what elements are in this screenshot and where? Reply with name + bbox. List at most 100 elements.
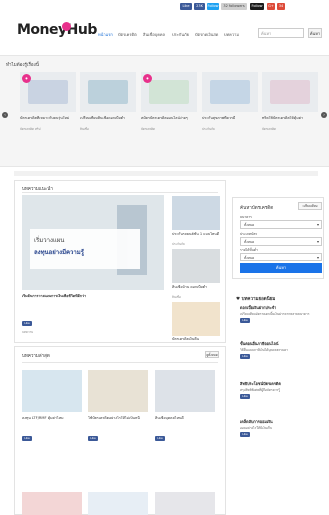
featured-card-meta: ประกันภัย bbox=[202, 127, 215, 131]
popular-item-title: เคล็ดลับการออมเงิน bbox=[240, 419, 273, 424]
recent-card-title: ใช้บัตรเครดิตอย่างไรให้ไม่เป็นหนี้ bbox=[88, 416, 140, 420]
recent-card-title: ลงทุน LTF/RMF คุ้มค่าไหม bbox=[22, 416, 64, 420]
chevron-down-icon: ▾ bbox=[316, 222, 319, 227]
carousel-prev-icon[interactable]: ‹ bbox=[2, 112, 8, 118]
new-badge-icon: ● bbox=[143, 74, 152, 83]
recent-card-image[interactable] bbox=[155, 492, 215, 515]
nav-articles[interactable]: บทความ bbox=[224, 31, 239, 38]
featured-card-image bbox=[202, 72, 258, 112]
like-button[interactable]: Like bbox=[240, 353, 250, 359]
recent-card-image bbox=[22, 370, 82, 412]
nav-insurance[interactable]: ประกันภัย bbox=[172, 31, 189, 38]
main-article-banner: เริ่มวางแผน ลงทุนอย่างมีความรู้ bbox=[30, 229, 140, 269]
search-input[interactable]: ค้นหา bbox=[258, 28, 304, 38]
featured-card[interactable]: ประกันสุขภาพที่ควรมี ประกันภัย bbox=[202, 72, 258, 132]
recent-card-image bbox=[88, 370, 148, 412]
popular-item-title: สิทธิประโยชน์บัตรเครดิต bbox=[240, 381, 281, 386]
search-button[interactable]: ค้นหา bbox=[308, 28, 322, 38]
featured-card-image bbox=[262, 72, 318, 112]
site-logo[interactable]: MoneyHub bbox=[17, 22, 97, 38]
like-button[interactable]: Like bbox=[88, 436, 98, 441]
main-article-excerpt bbox=[22, 300, 164, 318]
latest-articles-title: บทความแนะนำ bbox=[22, 187, 53, 192]
nav-credit-card[interactable]: บัตรเครดิต bbox=[118, 31, 137, 38]
recent-card-image[interactable] bbox=[88, 492, 148, 515]
carousel-next-icon[interactable]: › bbox=[321, 112, 327, 118]
featured-card-meta: บัตรเครดิต bbox=[262, 127, 277, 131]
recent-card-title: สินเชื่อบุคคลไหนดี bbox=[155, 416, 184, 420]
featured-card-title: เปรียบเทียบสินเชื่อดอกเบี้ยต่ำ bbox=[80, 116, 125, 120]
recent-articles-title: บทความล่าสุด bbox=[22, 354, 50, 359]
popular-item[interactable]: เคล็ดลับการออมเงิน ออมอย่างไรให้มีเงินเก… bbox=[240, 419, 324, 437]
twitter-follow-button[interactable]: Follow bbox=[207, 3, 219, 10]
side-article-image[interactable] bbox=[172, 249, 220, 283]
featured-title: ทำไมต้องรู้เรื่องนี้ bbox=[6, 63, 39, 68]
featured-card-image: ● bbox=[20, 72, 76, 112]
featured-card-title: สมัครบัตรเครดิตออนไลน์ง่ายๆ bbox=[141, 116, 188, 120]
popular-item[interactable]: ขั้นตอนยื่นภาษีออนไลน์ วิธียื่นแบบภาษีเง… bbox=[240, 341, 324, 359]
like-button[interactable]: Like bbox=[240, 431, 250, 437]
popular-item-desc: สรุปสิทธิพิเศษที่ผู้ถือบัตรควรรู้ bbox=[240, 387, 280, 392]
twitter-follower-count: 32 followers bbox=[221, 3, 247, 10]
follow-button[interactable]: Follow bbox=[250, 3, 264, 10]
popular-item-desc: วิธียื่นแบบภาษีเงินได้บุคคลธรรมดา bbox=[240, 347, 288, 352]
recent-card-image bbox=[155, 370, 215, 412]
side-article-image[interactable] bbox=[172, 302, 220, 336]
popular-item[interactable]: สิทธิประโยชน์บัตรเครดิต สรุปสิทธิพิเศษที… bbox=[240, 381, 324, 399]
side-article-meta: ประกันภัย bbox=[172, 242, 185, 246]
nav-cash-card[interactable]: บัตรกดเงินสด bbox=[195, 31, 218, 38]
side-article-image[interactable] bbox=[172, 196, 220, 230]
featured-card-meta: บัตรเครดิต ทริป bbox=[20, 127, 41, 131]
section-divider bbox=[22, 362, 218, 363]
popular-title: ♥ บทความยอดนิยม bbox=[236, 297, 276, 302]
new-badge-icon: ● bbox=[22, 74, 31, 83]
featured-card-title: ทริคใช้บัตรเครดิตให้คุ้มค่า bbox=[262, 116, 303, 120]
featured-card-meta: สินเชื่อ bbox=[80, 127, 89, 131]
featured-card[interactable]: เปรียบเทียบสินเชื่อดอกเบี้ยต่ำ สินเชื่อ bbox=[80, 72, 136, 132]
bank-select[interactable]: ทั้งหมด ▾ bbox=[240, 220, 322, 229]
view-all-button[interactable]: ดูทั้งหมด bbox=[205, 351, 219, 358]
recent-card[interactable]: ลงทุน LTF/RMF คุ้มค่าไหม Like bbox=[22, 370, 82, 441]
income-select[interactable]: ทั้งหมด ▾ bbox=[240, 253, 322, 261]
like-button[interactable]: Like bbox=[240, 317, 250, 323]
popular-item-desc: เปรียบเทียบอัตราดอกเบี้ยเงินฝากจากหลายธน… bbox=[240, 311, 310, 316]
featured-card[interactable]: ● บัตรเครดิตที่เหมาะกับคนรุ่นใหม่ บัตรเค… bbox=[20, 72, 76, 132]
like-button[interactable]: Like bbox=[155, 436, 165, 441]
side-article-title[interactable]: บัตรเครดิตเงินคืน bbox=[172, 337, 220, 342]
like-button[interactable]: Like bbox=[22, 436, 32, 441]
nav-home[interactable]: หน้าแรก bbox=[98, 31, 113, 38]
filter-title: ค้นหาบัตรเครดิต bbox=[240, 206, 274, 211]
facebook-like-count: 23K bbox=[194, 3, 205, 10]
like-button[interactable]: Like bbox=[240, 393, 250, 399]
social-top-bar: Like 23K Follow 32 followers Follow G+ 3… bbox=[0, 0, 329, 14]
compare-button[interactable]: เปรียบเทียบ bbox=[298, 202, 322, 210]
main-article-meta: บทความ bbox=[22, 330, 34, 334]
nav-loans[interactable]: สินเชื่อบุคคล bbox=[143, 31, 165, 38]
side-article-title[interactable]: สินเชื่อบ้าน ดอกเบี้ยต่ำ bbox=[172, 285, 220, 294]
featured-card-title: บัตรเครดิตที่เหมาะกับคนรุ่นใหม่ bbox=[20, 116, 70, 120]
banner-text: เริ่มวางแผน bbox=[34, 237, 65, 244]
featured-card-image: ● bbox=[141, 72, 197, 112]
featured-card[interactable]: ทริคใช้บัตรเครดิตให้คุ้มค่า บัตรเครดิต bbox=[262, 72, 318, 132]
popular-item[interactable]: ดอกเบี้ยเงินฝากประจำ เปรียบเทียบอัตราดอก… bbox=[240, 305, 324, 323]
section-divider bbox=[22, 192, 218, 193]
recent-card[interactable]: สินเชื่อบุคคลไหนดี Like bbox=[155, 370, 215, 441]
logo-mark bbox=[62, 22, 71, 31]
main-article-headline[interactable]: เริ่มต้นการวางแผนการเงินเพื่อชีวิตที่ดีก… bbox=[22, 294, 164, 299]
popular-item-title: ขั้นตอนยื่นภาษีออนไลน์ bbox=[240, 341, 279, 346]
ad-strip bbox=[14, 171, 318, 176]
featured-card[interactable]: ● สมัครบัตรเครดิตออนไลน์ง่ายๆ บัตรเครดิต bbox=[141, 72, 197, 132]
side-article-title[interactable]: ประกันรถยนต์ชั้น 1 แบบไหนดี bbox=[172, 232, 220, 241]
main-article-like-button[interactable]: Like bbox=[22, 321, 32, 326]
google-plus-count: 34 bbox=[277, 3, 285, 10]
google-plus-button[interactable]: G+ bbox=[267, 3, 275, 10]
recent-card[interactable]: ใช้บัตรเครดิตอย่างไรให้ไม่เป็นหนี้ Like bbox=[88, 370, 148, 441]
card-type-select[interactable]: ทั้งหมด ▾ bbox=[240, 237, 322, 246]
filter-search-button[interactable]: ค้นหา bbox=[240, 263, 322, 273]
facebook-like-button[interactable]: Like bbox=[180, 3, 192, 10]
chevron-down-icon: ▾ bbox=[316, 255, 319, 260]
popular-item-title: ดอกเบี้ยเงินฝากประจำ bbox=[240, 305, 277, 310]
featured-card-title: ประกันสุขภาพที่ควรมี bbox=[202, 116, 236, 120]
main-article-image[interactable]: เริ่มวางแผน ลงทุนอย่างมีความรู้ bbox=[22, 195, 164, 290]
recent-card-image[interactable] bbox=[22, 492, 82, 515]
